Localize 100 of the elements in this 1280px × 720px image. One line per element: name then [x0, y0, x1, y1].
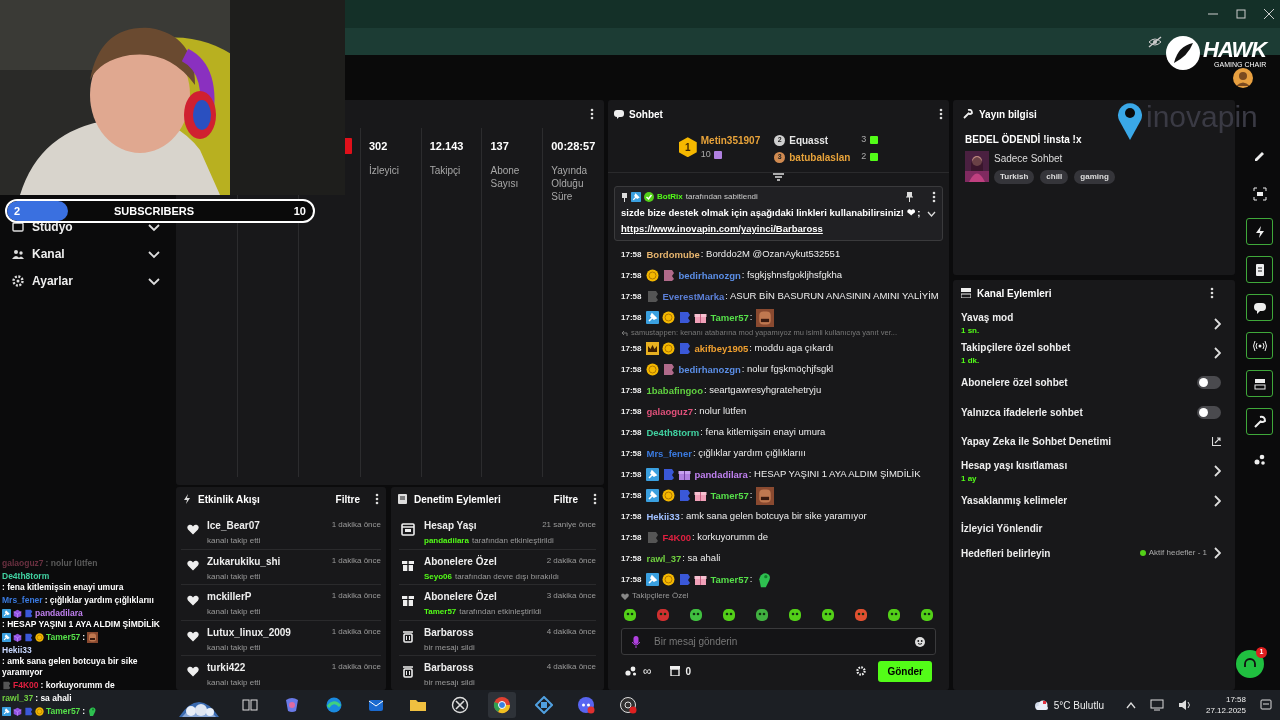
- username: pandadilara: [424, 535, 469, 547]
- message-text: :: [749, 310, 753, 325]
- action-label: Yapay Zeka ile Sohbet Denetimi: [961, 435, 1113, 450]
- sidebar-item[interactable]: Kanal: [12, 245, 160, 263]
- action-value: 1 dk.: [961, 354, 981, 367]
- gift-count: 10: [700, 148, 711, 161]
- points-value: ∞: [643, 663, 652, 681]
- send-button[interactable]: Gönder: [878, 660, 932, 682]
- goal-label: SUBSCRIBERS: [114, 203, 196, 219]
- stat-value: 12.143: [429, 139, 465, 154]
- message-text: : amk sana gelen botcuya bir sike yaramıyor: [680, 509, 867, 524]
- timestamp: 17:58: [621, 426, 642, 439]
- rank-badge: 1: [678, 137, 697, 158]
- moderation-text: tarafından etkinleştirildi: [471, 535, 554, 547]
- weather-text[interactable]: 5°C Bulutlu: [1053, 697, 1104, 713]
- action-label: İzleyici Yönlendir: [961, 521, 1044, 536]
- username: F4K00: [662, 532, 691, 543]
- message-text: : korkuyorumm de: [40, 680, 115, 691]
- gifter-name: Metin351907: [700, 134, 761, 148]
- stat-label: İzleyici: [368, 163, 400, 177]
- link[interactable]: https://www.inovapin.com/yayinci/Barbaross: [621, 222, 927, 237]
- stat-value: 00:28:57: [551, 139, 596, 154]
- username: Tamer57: [710, 312, 749, 323]
- username: BotRix: [657, 191, 683, 203]
- username: De4th8torm: [646, 427, 700, 438]
- tag[interactable]: Turkish: [994, 170, 1035, 184]
- activity-text: kanalı takip etti: [207, 677, 262, 689]
- username: Tamer57: [46, 632, 81, 643]
- moderation-title: Hesap Yaşı: [424, 519, 478, 533]
- message-input[interactable]: Bir mesaj gönderin: [621, 628, 936, 655]
- timestamp: 17:58: [621, 573, 642, 586]
- action-value: 1 ay: [961, 472, 978, 485]
- username: bedirhanozgn: [678, 270, 741, 281]
- message-text: : nolur lütfen: [45, 558, 98, 569]
- store-count: 0: [685, 664, 693, 679]
- timestamp: 17:58: [621, 468, 642, 481]
- message-text: : nolur lütfen: [693, 404, 747, 419]
- goal-current: 2: [14, 203, 22, 219]
- username: pandadilara: [35, 608, 83, 619]
- action-value: 1 sn.: [961, 325, 981, 338]
- message-text: : korkuyorumm de: [692, 530, 768, 545]
- gift-count: 3: [861, 133, 867, 147]
- timestamp: 3 dakika önce: [546, 590, 596, 602]
- panel-title: Sohbet: [629, 107, 664, 122]
- username: Mrs_fener: [646, 448, 692, 459]
- timestamp: 1 dakika önce: [331, 625, 381, 638]
- timestamp: 17:58: [621, 531, 642, 544]
- username: De4th8torm: [2, 571, 50, 582]
- moderation-text: bir mesajı sildi: [424, 677, 475, 689]
- username: turki422: [207, 661, 247, 675]
- message-text: : çığlıklar yardım çığlıklarııı: [692, 446, 806, 461]
- timestamp: 1 dakika önce: [331, 554, 381, 567]
- message-text: : sa ahali: [682, 551, 721, 566]
- timestamp: 4 dakika önce: [546, 661, 596, 673]
- username: Hekii33: [2, 645, 32, 656]
- moderation-title: Abonelere Özel: [424, 589, 498, 604]
- username: Tamer57: [424, 606, 457, 618]
- message-text: : fsgkjşhnsfgokljhsfgkha: [741, 268, 843, 283]
- gift-count: 2: [861, 150, 867, 164]
- clock-time[interactable]: 17:58: [1225, 694, 1246, 705]
- message-text: : amk sana gelen botcuya bir sike yaramıyor: [2, 656, 139, 678]
- action-label: Hesap yaşı kısıtlaması: [961, 458, 1069, 473]
- username: Lutux_linux_2009: [207, 625, 292, 640]
- timestamp: 17:58: [621, 248, 642, 261]
- timestamp: 17:58: [621, 269, 642, 282]
- username: mckillerP: [207, 590, 253, 604]
- username: Seyo06: [424, 570, 453, 583]
- activity-text: kanalı takip etti: [207, 606, 262, 618]
- activity-text: kanalı takip etti: [207, 641, 262, 654]
- action-label: Yalnızca ifadelerle sohbet: [961, 405, 1084, 420]
- filter-button[interactable]: Filtre: [335, 491, 360, 507]
- filter-button[interactable]: Filtre: [553, 491, 578, 507]
- panel-title: Etkinlik Akışı: [198, 492, 261, 507]
- message-text: : sa ahali: [35, 693, 72, 704]
- category-name: Sadece Sohbet: [994, 152, 1064, 166]
- gifter-name: Equasst: [789, 133, 830, 148]
- message-text: :: [82, 632, 86, 643]
- message-text: : çığlıklar yardım çığlıklarııı: [44, 595, 154, 606]
- timestamp: 17:58: [621, 342, 642, 355]
- pinned-text: sizde bize destek olmak için aşağıdaki linkleri kullanabilirsiniz! ❤ ;: [621, 206, 922, 220]
- username: Zukarukiku_shi: [207, 554, 282, 569]
- logo-text: inovapin: [1146, 102, 1258, 132]
- message-text: : seartgawresyhgratehetryju: [703, 383, 822, 398]
- tag[interactable]: chill: [1040, 170, 1069, 184]
- timestamp: 17:58: [621, 489, 642, 502]
- message-text: : HESAP YAŞINI 1 AYA ALDIM ŞİMDİLİK: [748, 467, 921, 482]
- message-text: : ASUR BİN BASURUN ANASININ AMINI YALİYİM: [725, 289, 939, 304]
- moderation-text: tarafından etkinleştirildi: [459, 606, 542, 618]
- action-label: Yasaklanmış kelimeler: [961, 494, 1069, 509]
- clock-date[interactable]: 27.12.2025: [1205, 705, 1246, 716]
- timestamp: 17:58: [621, 363, 642, 376]
- moderation-text: tarafından devre dışı bırakıldı: [455, 570, 560, 583]
- goal-status: Aktif hedefler - 1: [1148, 547, 1207, 559]
- panel-title: Yayın bilgisi: [979, 107, 1037, 122]
- tag[interactable]: gaming: [1074, 170, 1115, 184]
- stream-title: BEDEL ÖDENDİ !insta !x: [965, 132, 1083, 147]
- sidebar-item[interactable]: Ayarlar: [12, 272, 160, 290]
- message-text: :: [749, 488, 753, 503]
- timestamp: 4 dakika önce: [546, 625, 596, 638]
- section-label: Takipçilere Özel: [632, 590, 689, 602]
